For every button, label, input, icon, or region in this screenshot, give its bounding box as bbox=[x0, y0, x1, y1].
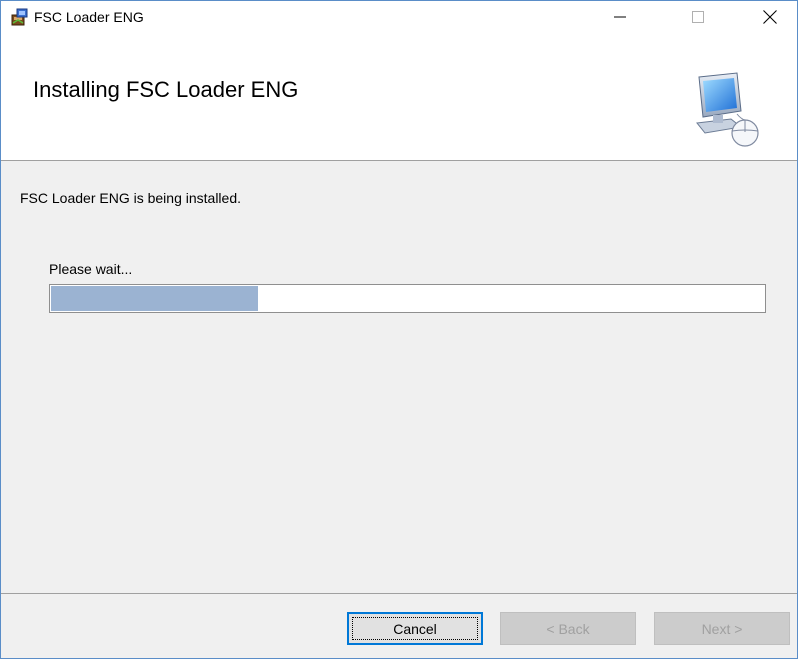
page-title: Installing FSC Loader ENG bbox=[33, 77, 299, 102]
close-icon bbox=[763, 10, 777, 24]
minimize-button[interactable] bbox=[597, 1, 643, 33]
focus-ring bbox=[352, 617, 478, 640]
minimize-icon bbox=[614, 16, 626, 18]
installer-app-icon bbox=[11, 8, 29, 26]
install-status-text: FSC Loader ENG is being installed. bbox=[20, 190, 241, 206]
installer-window: FSC Loader ENG Installing FSC Loader ENG bbox=[0, 0, 798, 659]
progress-bar bbox=[49, 284, 766, 313]
progress-bar-fill bbox=[51, 286, 258, 311]
back-button-label: < Back bbox=[546, 620, 590, 637]
footer-divider bbox=[1, 593, 797, 594]
maximize-button[interactable] bbox=[675, 1, 721, 33]
title-bar[interactable]: FSC Loader ENG bbox=[1, 1, 797, 33]
please-wait-label: Please wait... bbox=[49, 261, 133, 277]
close-button[interactable] bbox=[747, 1, 793, 33]
window-title: FSC Loader ENG bbox=[34, 9, 144, 25]
cancel-button[interactable]: Cancel bbox=[347, 612, 483, 645]
next-button[interactable]: Next > bbox=[654, 612, 790, 645]
maximize-icon bbox=[692, 11, 704, 23]
computer-install-icon bbox=[691, 69, 761, 149]
back-button[interactable]: < Back bbox=[500, 612, 636, 645]
header-banner: Installing FSC Loader ENG bbox=[1, 33, 797, 161]
next-button-label: Next > bbox=[701, 620, 743, 637]
